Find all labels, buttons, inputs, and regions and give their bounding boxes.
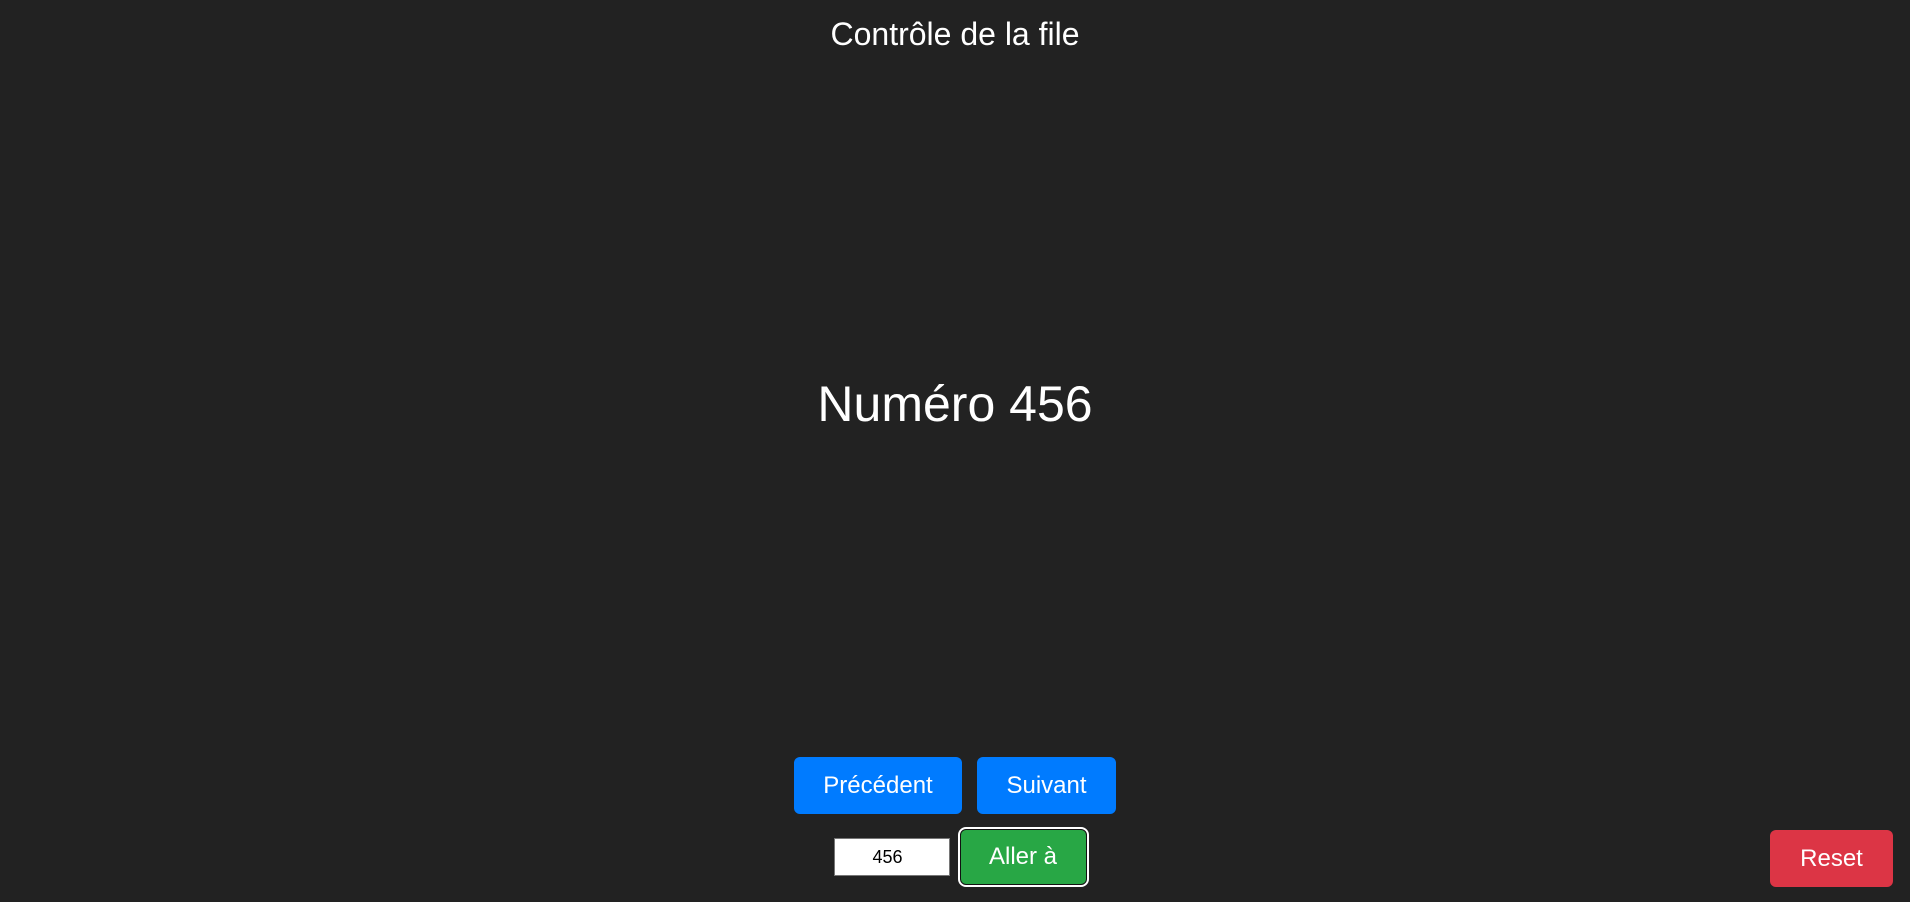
navigation-controls: Précédent Suivant (0, 757, 1910, 814)
page-title: Contrôle de la file (830, 16, 1080, 52)
queue-control-page: Contrôle de la file Numéro 456 Précédent… (0, 0, 1910, 902)
goto-controls: Aller à (0, 829, 1910, 885)
reset-button[interactable]: Reset (1770, 830, 1893, 887)
previous-button[interactable]: Précédent (794, 757, 962, 814)
next-button[interactable]: Suivant (977, 757, 1116, 814)
goto-number-input[interactable] (833, 838, 950, 876)
goto-button[interactable]: Aller à (959, 829, 1087, 885)
current-number-display: Numéro 456 (817, 376, 1093, 432)
